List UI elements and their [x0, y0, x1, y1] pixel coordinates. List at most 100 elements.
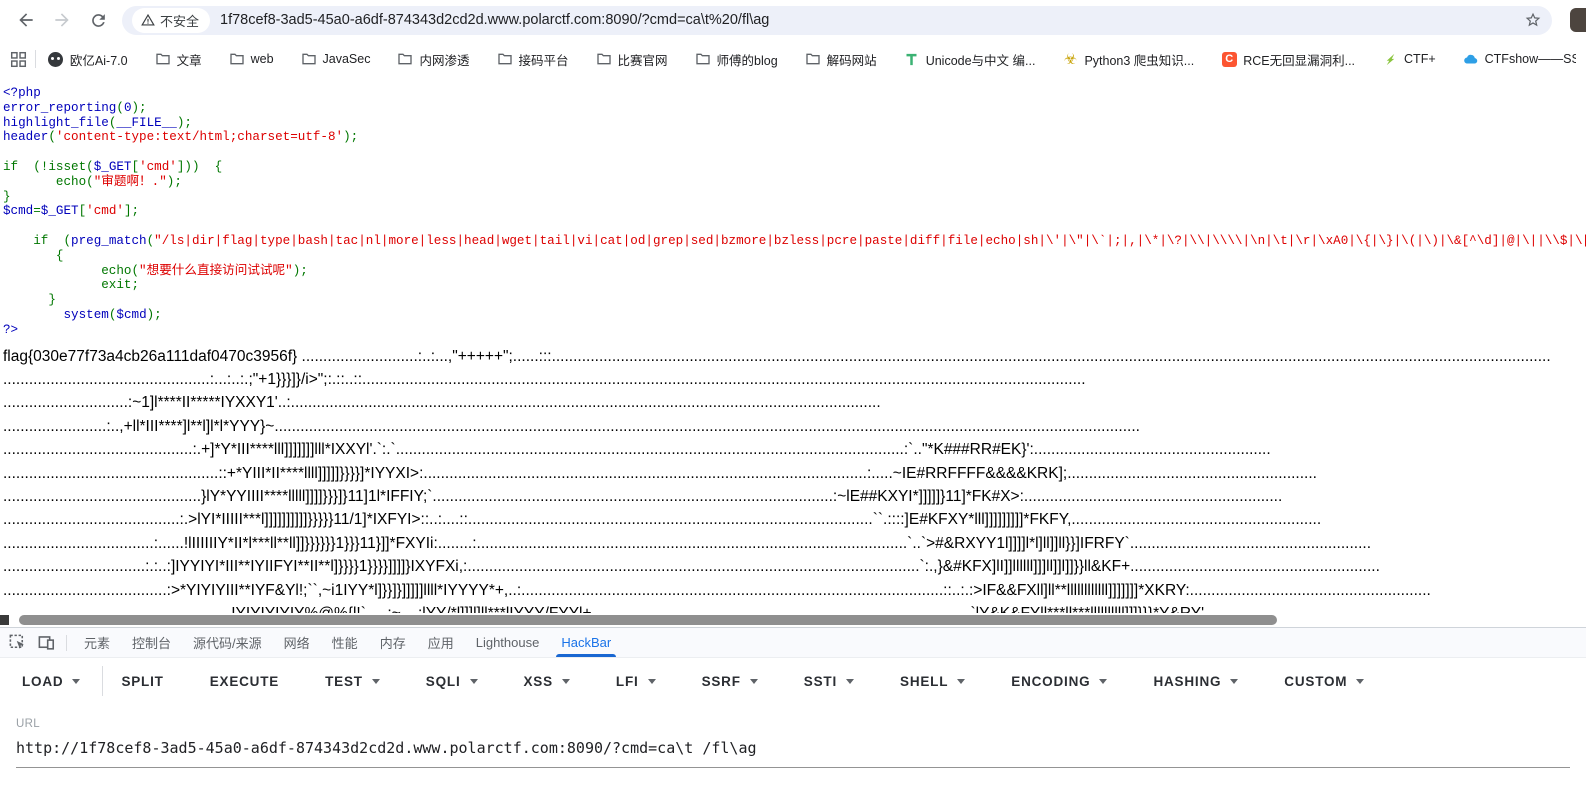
ascii-art-line: ........................................…	[3, 508, 1586, 531]
code-line: }	[3, 190, 1586, 205]
browser-window: 不安全 1f78cef8-3ad5-45a0-a6df-874343d2cd2d…	[0, 0, 1586, 790]
hackbar-button-ssrf[interactable]: SSRF	[702, 674, 758, 689]
code-line: echo("审题啊！.");	[3, 175, 1586, 190]
ascii-output: flag{030e77f73a4cb26a111daf0470c3956f} .…	[3, 345, 1586, 613]
ascii-art-line: ........................................…	[3, 438, 1586, 461]
hackbar-button-custom[interactable]: CUSTOM	[1284, 674, 1364, 689]
green-tool-icon	[904, 51, 920, 67]
folder-icon	[596, 51, 612, 67]
hackbar-button-lfi[interactable]: LFI	[616, 674, 656, 689]
devtools-tab-sources[interactable]: 源代码/来源	[182, 628, 273, 657]
hackbar-button-sqli[interactable]: SQLI	[426, 674, 478, 689]
reload-button[interactable]	[84, 6, 112, 34]
code-line: error_reporting(0);	[3, 101, 1586, 116]
devtools-panel: 元素控制台源代码/来源网络性能内存应用LighthouseHackBar LOA…	[0, 627, 1586, 790]
extension-icon[interactable]	[1570, 8, 1586, 32]
green-bolt-icon	[1382, 51, 1398, 67]
hackbar-button-label: XSS	[524, 674, 553, 689]
browser-toolbar: 不安全 1f78cef8-3ad5-45a0-a6df-874343d2cd2d…	[0, 0, 1586, 40]
bookmark-item[interactable]: CTFshow——SSTI...	[1463, 51, 1576, 67]
flag-output-line: flag{030e77f73a4cb26a111daf0470c3956f} .…	[3, 345, 1586, 368]
chevron-down-icon	[957, 679, 965, 684]
hackbar-button-hashing[interactable]: HASHING	[1153, 674, 1238, 689]
folder-icon	[155, 51, 171, 67]
code-line: $cmd=$_GET['cmd'];	[3, 204, 1586, 219]
scrollbar-thumb[interactable]	[19, 615, 1277, 625]
forward-button[interactable]	[48, 6, 76, 34]
bookmark-item[interactable]: 师傅的blog	[695, 50, 778, 69]
hackbar-button-shell[interactable]: SHELL	[900, 674, 965, 689]
bookmark-item[interactable]: JavaSec	[301, 51, 371, 67]
code-line	[3, 219, 1586, 234]
hackbar-button-split[interactable]: SPLIT	[121, 674, 163, 689]
devtools-tab-hackbar[interactable]: HackBar	[550, 628, 622, 657]
hackbar-button-encoding[interactable]: ENCODING	[1011, 674, 1107, 689]
bookmark-star-icon[interactable]	[1524, 11, 1542, 29]
code-line: echo("想要什么直接访问试试呢");	[3, 264, 1586, 279]
devtools-tab-network[interactable]: 网络	[273, 628, 321, 657]
ascii-art-line: ...................................:....…	[3, 532, 1586, 555]
ascii-art-line: .................................:.:..:]…	[3, 555, 1586, 578]
ascii-art-line: ........................................…	[3, 368, 1586, 391]
hackbar-button-label: SQLI	[426, 674, 461, 689]
bookmark-label: 解码网站	[827, 50, 877, 69]
bookmark-item[interactable]: 解码网站	[805, 50, 877, 69]
bookmark-label: JavaSec	[323, 52, 371, 66]
hackbar-url-input[interactable]: http://1f78cef8-3ad5-45a0-a6df-874343d2c…	[16, 739, 1570, 768]
code-line: if (!isset($_GET['cmd'])) {	[3, 160, 1586, 175]
device-toolbar-icon[interactable]	[37, 633, 56, 652]
devtools-tab-lighthouse[interactable]: Lighthouse	[465, 628, 551, 657]
inspect-element-icon[interactable]	[8, 633, 27, 652]
folder-icon	[229, 51, 245, 67]
url-text[interactable]: 1f78cef8-3ad5-45a0-a6df-874343d2cd2d.www…	[220, 12, 1516, 28]
devtools-tab-performance[interactable]: 性能	[321, 628, 369, 657]
hackbar-button-label: CUSTOM	[1284, 674, 1347, 689]
bookmarks-bar: 欧亿Ai-7.0 文章 web JavaSec 内网渗透 接码平台 比赛官网 师傅的blog 解…	[0, 40, 1586, 78]
bookmark-label: Python3 爬虫知识...	[1084, 50, 1194, 69]
ai-avatar-icon	[48, 51, 64, 67]
folder-icon	[301, 51, 317, 67]
code-line: system($cmd);	[3, 308, 1586, 323]
omnibox[interactable]: 不安全 1f78cef8-3ad5-45a0-a6df-874343d2cd2d…	[122, 6, 1552, 35]
hackbar-button-xss[interactable]: XSS	[524, 674, 570, 689]
bookmark-item[interactable]: 欧亿Ai-7.0	[48, 50, 128, 69]
devtools-tab-application[interactable]: 应用	[417, 628, 465, 657]
chevron-down-icon	[648, 679, 656, 684]
horizontal-scrollbar[interactable]	[0, 613, 1586, 627]
blue-cloud-icon	[1463, 51, 1479, 67]
bookmark-item[interactable]: 内网渗透	[397, 50, 469, 69]
bookmark-item[interactable]: CTF+	[1382, 51, 1436, 67]
security-chip[interactable]: 不安全	[132, 8, 210, 33]
bookmark-label: web	[251, 52, 274, 66]
bookmark-label: 比赛官网	[618, 50, 668, 69]
toolbar-divider	[102, 666, 103, 696]
ascii-art-line: ........................:..,+ll*III****]…	[3, 415, 1586, 438]
code-line: ?>	[3, 323, 1586, 338]
hackbar-button-label: SSRF	[702, 674, 741, 689]
chevron-down-icon	[1230, 679, 1238, 684]
devtools-tab-memory[interactable]: 内存	[369, 628, 417, 657]
bookmark-item[interactable]: Unicode与中文 编...	[904, 50, 1036, 69]
bookmark-item[interactable]: 文章	[155, 50, 202, 69]
bookmark-item[interactable]: ☣Python3 爬虫知识...	[1062, 50, 1194, 69]
hackbar-button-label: EXECUTE	[210, 674, 279, 689]
devtools-tab-elements[interactable]: 元素	[73, 628, 121, 657]
devtools-tab-console[interactable]: 控制台	[121, 628, 182, 657]
hackbar-button-test[interactable]: TEST	[325, 674, 380, 689]
code-line: <?php	[3, 86, 1586, 101]
bookmark-label: RCE无回显漏洞利...	[1243, 50, 1355, 69]
bookmark-item[interactable]: 比赛官网	[596, 50, 668, 69]
bookmark-item[interactable]: 接码平台	[497, 50, 569, 69]
devtools-tabs: 元素控制台源代码/来源网络性能内存应用LighthouseHackBar	[73, 628, 622, 657]
tabbar-separator	[66, 635, 67, 651]
hackbar-toolbar: LOAD SPLIT EXECUTE TEST SQLI XSS LFI SSRF SSTI SH…	[0, 658, 1586, 704]
back-button[interactable]	[12, 6, 40, 34]
chevron-down-icon	[562, 679, 570, 684]
hackbar-button-ssti[interactable]: SSTI	[804, 674, 854, 689]
tab-groups-icon[interactable]	[10, 51, 27, 68]
code-line: {	[3, 249, 1586, 264]
bookmark-item[interactable]: CRCE无回显漏洞利...	[1221, 50, 1355, 69]
hackbar-button-load[interactable]: LOAD	[22, 674, 80, 689]
bookmark-item[interactable]: web	[229, 51, 274, 67]
hackbar-button-execute[interactable]: EXECUTE	[210, 674, 279, 689]
